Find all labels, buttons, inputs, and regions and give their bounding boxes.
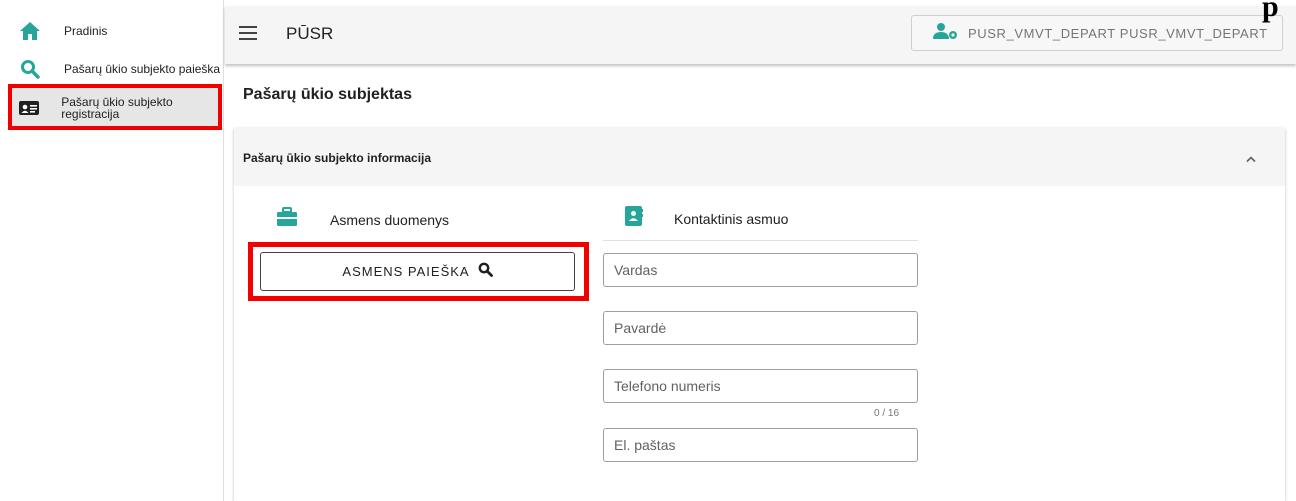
- phone-char-counter: 0 / 16: [874, 408, 900, 419]
- search-icon: [10, 59, 50, 79]
- chevron-up-icon[interactable]: [1245, 150, 1257, 168]
- sidebar-item-registration[interactable]: Pašarų ūkio subjekto registracija: [10, 87, 222, 129]
- contact-book-icon: [624, 205, 644, 232]
- search-icon: [478, 262, 493, 282]
- email-field[interactable]: [603, 428, 918, 462]
- divider: [603, 240, 918, 241]
- sidebar: Pradinis Pašarų ūkio subjekto paieška Pa…: [0, 0, 224, 501]
- panel-header[interactable]: Pašarų ūkio subjekto informacija: [234, 128, 1285, 186]
- home-icon: [10, 21, 50, 41]
- id-card-icon: [10, 99, 47, 117]
- sidebar-item-search[interactable]: Pašarų ūkio subjekto paieška: [10, 55, 222, 83]
- app-title: PŪSR: [286, 24, 334, 43]
- contact-section-label: Kontaktinis asmuo: [674, 210, 789, 227]
- panel-title: Pašarų ūkio subjekto informacija: [243, 151, 432, 165]
- hamburger-icon[interactable]: [239, 26, 257, 40]
- person-search-button-label: ASMENS PAIEŠKA: [342, 264, 470, 279]
- sidebar-item-label: Pašarų ūkio subjekto paieška: [64, 62, 221, 76]
- sidebar-item-home[interactable]: Pradinis: [10, 20, 222, 42]
- info-panel: Pašarų ūkio subjekto informacija Asmens …: [234, 128, 1285, 501]
- corner-mark: p: [1262, 0, 1279, 23]
- phone-field[interactable]: [603, 369, 918, 403]
- page-title: Pašarų ūkio subjektas: [243, 86, 412, 103]
- personal-section-label: Asmens duomenys: [330, 211, 450, 228]
- user-menu-button[interactable]: PUSR_VMVT_DEPART PUSR_VMVT_DEPART: [911, 15, 1283, 51]
- contact-section-header: Kontaktinis asmuo: [624, 205, 788, 232]
- user-settings-icon: [932, 22, 960, 45]
- sidebar-item-label: Pašarų ūkio subjekto registracija: [61, 95, 173, 121]
- person-search-button[interactable]: ASMENS PAIEŠKA: [260, 252, 575, 291]
- user-name: PUSR_VMVT_DEPART PUSR_VMVT_DEPART: [968, 25, 1268, 41]
- top-bar: PŪSR PUSR_VMVT_DEPART PUSR_VMVT_DEPART: [225, 6, 1296, 64]
- briefcase-icon: [276, 207, 298, 232]
- personal-section-header: Asmens duomenys: [276, 207, 449, 232]
- first-name-field[interactable]: [603, 253, 918, 287]
- last-name-field[interactable]: [603, 311, 918, 345]
- sidebar-item-label: Pradinis: [64, 24, 108, 38]
